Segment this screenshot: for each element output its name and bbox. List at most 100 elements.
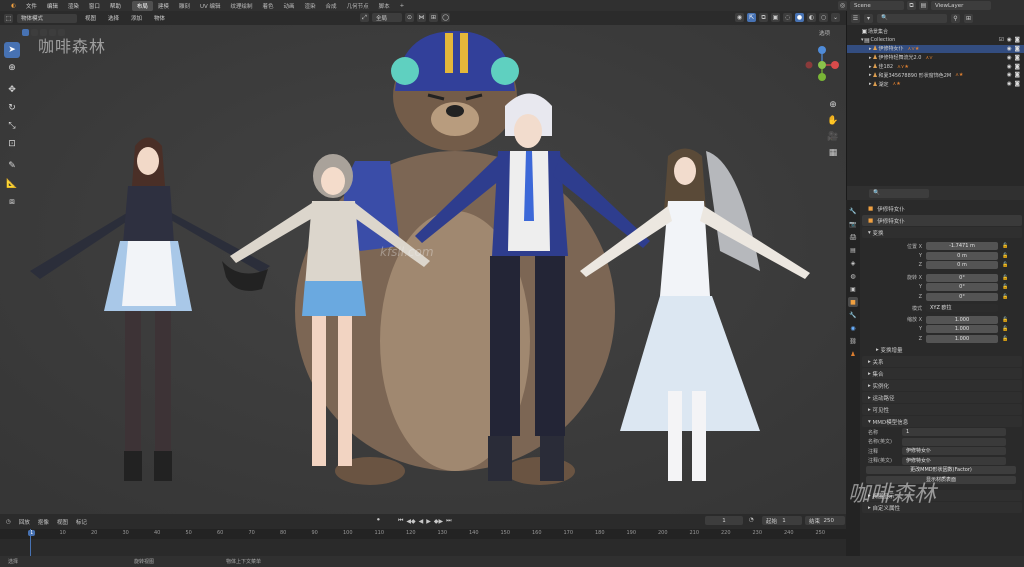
data-props-icon[interactable]: ♟ xyxy=(848,349,858,359)
properties-search-input[interactable]: 🔍 xyxy=(869,188,929,198)
lock-icon[interactable]: 🔓 xyxy=(1002,294,1008,300)
eye-icon[interactable]: ◉ xyxy=(1007,37,1012,43)
menu-file[interactable]: 文件 xyxy=(21,2,42,10)
editor-type-icon[interactable]: ⬚ xyxy=(4,13,13,23)
scale-z-field[interactable]: 1.000 xyxy=(926,334,998,343)
mmd-comment-field[interactable]: 伊修特女仆 xyxy=(902,447,1006,456)
mmd-name-en-field[interactable] xyxy=(902,437,1006,446)
transform-panel-header[interactable]: ▾ 变换 xyxy=(862,227,1022,238)
lock-icon[interactable]: 🔓 xyxy=(1002,317,1008,323)
output-props-icon[interactable]: 🖨 xyxy=(848,232,858,242)
add-workspace-button[interactable]: + xyxy=(395,2,410,10)
prev-key-icon[interactable]: ◀◆ xyxy=(406,518,415,525)
collection-row[interactable]: ▾ ▤ Collection ☑ ◉ ◙ xyxy=(847,36,1024,45)
rotate-icon[interactable]: ↻ xyxy=(4,100,20,116)
menu-help[interactable]: 帮助 xyxy=(105,2,126,10)
clock-icon[interactable]: ◔ xyxy=(749,517,754,523)
constraint-props-icon[interactable]: ⛓ xyxy=(848,336,858,346)
lock-icon[interactable]: 🔓 xyxy=(1002,326,1008,332)
tab-shading[interactable]: 着色 xyxy=(258,1,279,11)
jump-end-icon[interactable]: ⏭ xyxy=(446,517,451,525)
blender-logo-icon[interactable]: ◐ xyxy=(6,3,21,9)
render-props-icon[interactable]: 📷 xyxy=(848,219,858,229)
menu-playback[interactable]: 回放 xyxy=(19,518,30,526)
xray-icon[interactable]: ▣ xyxy=(771,13,780,22)
jump-start-icon[interactable]: ⏮ xyxy=(398,517,403,525)
delta-transform-header[interactable]: ▸ 变换增量 xyxy=(862,344,1022,355)
cursor-icon[interactable]: ⊕ xyxy=(4,60,20,76)
wireframe-shading-icon[interactable]: ◌ xyxy=(783,13,792,22)
zoom-icon[interactable]: ⊕ xyxy=(828,100,838,110)
collection-props-icon[interactable]: ▣ xyxy=(848,284,858,294)
mode-selector[interactable]: 物体模式 xyxy=(17,13,77,23)
camera-render-icon[interactable]: ◙ xyxy=(1015,37,1020,43)
annotate-icon[interactable]: ✎ xyxy=(4,158,20,174)
scale-x-field[interactable]: 1.000 xyxy=(926,315,998,324)
rendered-shading-icon[interactable]: ○ xyxy=(819,13,828,22)
gizmo-toggle-icon[interactable]: ⇱ xyxy=(747,13,756,22)
location-z-field[interactable]: 0 m xyxy=(926,261,998,270)
eye-icon[interactable]: ◉ xyxy=(1007,46,1012,52)
move-icon[interactable]: ✥ xyxy=(4,82,20,98)
tool-settings-icon[interactable]: 🔧 xyxy=(848,206,858,216)
play-reverse-icon[interactable]: ◀ xyxy=(419,518,424,525)
camera-icon[interactable]: 🎥 xyxy=(827,132,838,142)
snap-icon[interactable]: ⋈ xyxy=(417,13,426,22)
lock-icon[interactable]: 🔓 xyxy=(1002,253,1008,259)
timeline-editor-icon[interactable]: ◷ xyxy=(6,519,11,525)
timeline-ruler[interactable]: 1 10 20 30 40 50 60 70 80 90 100 110 120 130 140 150 160… xyxy=(0,529,846,556)
scene-collection-row[interactable]: ▣ 场景集合 xyxy=(847,27,1024,36)
pan-hand-icon[interactable]: ✋ xyxy=(827,116,838,126)
filter-icon[interactable]: ⚲ xyxy=(951,13,960,23)
tab-texture-paint[interactable]: 纹理绘制 xyxy=(225,1,257,11)
visibility-icon[interactable]: ◉ xyxy=(735,13,744,22)
menu-select[interactable]: 选择 xyxy=(104,14,123,23)
instancing-panel-header[interactable]: ▸ 实例化 xyxy=(862,380,1022,391)
tab-animation[interactable]: 动画 xyxy=(279,1,300,11)
select-box-icon[interactable]: ➤ xyxy=(4,42,20,58)
change-mmd-factor-button[interactable]: 更改MMD形状因数(Factor) xyxy=(866,466,1016,475)
outliner-item[interactable]: ▸ ♟ 伊修特女仆 ⋏⋎★ ◉ ◙ xyxy=(847,44,1024,54)
lock-icon[interactable]: 🔓 xyxy=(1002,284,1008,290)
current-frame-field[interactable]: 1 xyxy=(705,516,743,525)
motion-paths-panel-header[interactable]: ▸ 运动路径 xyxy=(862,392,1022,403)
eye-icon[interactable]: ◉ xyxy=(1007,64,1012,70)
checkbox-icon[interactable]: ☑ xyxy=(999,37,1004,43)
physics-props-icon[interactable]: ◉ xyxy=(848,323,858,333)
new-collection-icon[interactable]: ⊞ xyxy=(964,13,973,23)
lock-icon[interactable]: 🔓 xyxy=(1002,243,1008,249)
menu-keying[interactable]: 抠像 xyxy=(38,518,49,526)
mmd-info-panel-header[interactable]: ▾ MMD模型信息 xyxy=(862,416,1022,427)
proportional-edit-icon[interactable]: ◯ xyxy=(441,13,450,22)
rotation-x-field[interactable]: 0° xyxy=(926,273,998,282)
outliner-item[interactable]: ▸ ♟ 湖定 ⋏★ ◉ ◙ xyxy=(847,80,1024,89)
visibility-panel-header[interactable]: ▸ 可见性 xyxy=(862,404,1022,415)
rotation-mode-select[interactable]: XYZ 欧拉 xyxy=(926,304,998,313)
play-icon[interactable]: ▶ xyxy=(426,518,431,525)
camera-render-icon[interactable]: ◙ xyxy=(1015,81,1020,87)
pivot-icon[interactable]: ⊙ xyxy=(405,13,414,22)
tab-layout[interactable]: 布局 xyxy=(131,0,153,11)
record-icon[interactable]: ⏺ xyxy=(377,517,380,524)
lock-icon[interactable]: 🔓 xyxy=(1002,336,1008,342)
mmd-name-field[interactable]: 1 xyxy=(902,428,1006,437)
overlay-icon[interactable]: ⧉ xyxy=(759,13,768,22)
tab-compositing[interactable]: 合成 xyxy=(321,1,342,11)
options-dropdown[interactable]: 选项 xyxy=(819,29,830,37)
menu-add[interactable]: 添加 xyxy=(127,14,146,23)
camera-render-icon[interactable]: ◙ xyxy=(1015,64,1020,70)
menu-view[interactable]: 视图 xyxy=(81,14,100,23)
lock-icon[interactable]: 🔓 xyxy=(1002,275,1008,281)
camera-render-icon[interactable]: ◙ xyxy=(1015,72,1020,78)
lock-icon[interactable]: 🔓 xyxy=(1002,262,1008,268)
location-y-field[interactable]: 0 m xyxy=(926,251,998,260)
scale-icon[interactable]: ⤡ xyxy=(4,118,20,134)
camera-render-icon[interactable]: ◙ xyxy=(1015,46,1020,52)
rotation-z-field[interactable]: 0° xyxy=(926,292,998,301)
collections-panel-header[interactable]: ▸ 集合 xyxy=(862,368,1022,379)
eye-icon[interactable]: ◉ xyxy=(1007,55,1012,61)
outliner-editor-icon[interactable]: ☰ xyxy=(851,13,860,23)
menu-render[interactable]: 渲染 xyxy=(63,2,84,10)
rotation-y-field[interactable]: 0° xyxy=(926,283,998,292)
solid-shading-icon[interactable]: ● xyxy=(795,13,804,22)
